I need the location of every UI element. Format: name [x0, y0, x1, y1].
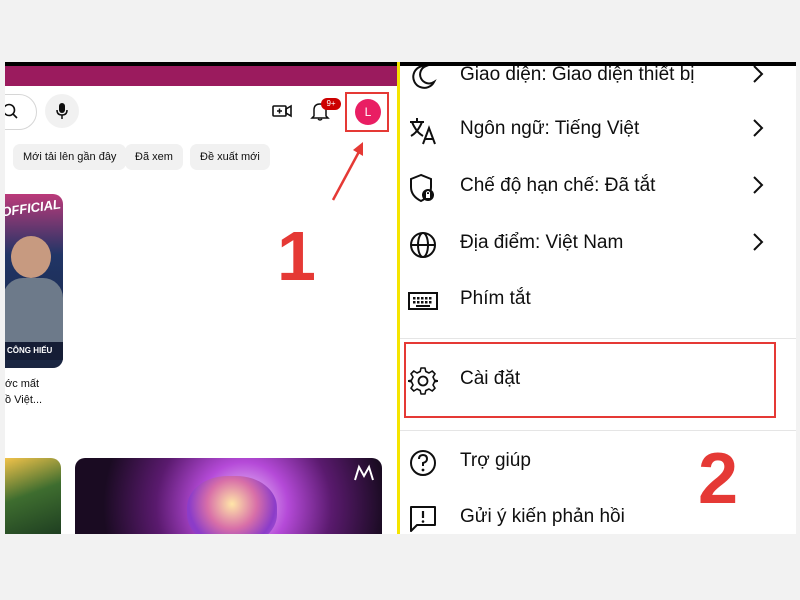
chevron-right-icon — [753, 176, 764, 194]
screenshot-frame: 9+ L Mới tải lên gần đây Đã xem Đề xuất … — [5, 62, 796, 534]
chevron-right-icon — [753, 119, 764, 137]
menu-item-label: Giao diện: Giao diện thiết bị — [460, 66, 695, 85]
chip-new-recommendations[interactable]: Đề xuất mới — [190, 144, 270, 170]
menu-item-label: Trợ giúp — [460, 450, 531, 471]
thumbnail-official-text: OFFICIAL — [5, 196, 62, 220]
step-number-1: 1 — [277, 217, 316, 295]
menu-item-label: Phím tắt — [460, 288, 531, 309]
thumbnail-body — [5, 278, 63, 348]
chip-watched[interactable]: Đã xem — [125, 144, 183, 170]
translate-icon — [410, 118, 436, 145]
video-thumbnail[interactable]: OFFICIAL CÔNG HIẾU — [5, 194, 63, 368]
menu-item-appearance[interactable]: Giao diện: Giao diện thiết bị — [400, 66, 796, 100]
thumbnail-face — [11, 236, 51, 278]
search-button[interactable] — [5, 94, 37, 130]
feedback-icon — [410, 506, 436, 532]
menu-item-location[interactable]: Địa điểm: Việt Nam — [400, 218, 796, 268]
notification-badge: 9+ — [321, 98, 341, 110]
menu-item-label: Gửi ý kiến phản hồi — [460, 506, 625, 527]
menu-item-label: Chế độ hạn chế: Đã tắt — [460, 175, 656, 196]
channel-logo-icon — [354, 464, 374, 481]
search-icon — [5, 103, 18, 119]
video-title[interactable]: ớc mất ồ Việt... — [5, 376, 65, 408]
voice-search-button[interactable] — [45, 94, 79, 128]
chevron-right-icon — [753, 66, 764, 83]
settings-highlight-box — [404, 342, 776, 418]
video-thumbnail-bottom-left[interactable] — [5, 458, 61, 534]
menu-item-language[interactable]: Ngôn ngữ: Tiếng Việt — [400, 104, 796, 154]
keyboard-icon — [408, 292, 438, 310]
create-video-button[interactable] — [271, 100, 293, 122]
video-thumbnail-bottom[interactable] — [75, 458, 382, 534]
microphone-icon — [56, 103, 68, 119]
video-title-line1: ớc mất — [5, 378, 40, 390]
account-menu-panel: Giao diện: Giao diện thiết bị Ngôn ngữ: … — [400, 66, 796, 534]
menu-item-keyboard-shortcuts[interactable]: Phím tắt — [400, 274, 796, 324]
thumbnail-caption-strip: CÔNG HIẾU — [5, 342, 63, 360]
video-title-line2: ồ Việt... — [5, 394, 43, 406]
account-avatar-button[interactable]: L — [355, 99, 381, 125]
thumbnail-artwork — [187, 476, 277, 534]
avatar-highlight-box: L — [345, 92, 389, 132]
menu-divider — [400, 430, 796, 431]
chevron-right-icon — [753, 233, 764, 251]
menu-divider — [400, 338, 796, 339]
help-icon — [410, 450, 436, 476]
moon-icon — [412, 66, 437, 89]
restricted-mode-icon — [410, 173, 434, 203]
create-video-icon — [272, 104, 292, 118]
youtube-home-panel: 9+ L Mới tải lên gần đây Đã xem Đề xuất … — [5, 66, 397, 534]
menu-item-label: Ngôn ngữ: Tiếng Việt — [460, 118, 640, 139]
globe-icon — [410, 232, 436, 258]
menu-item-label: Địa điểm: Việt Nam — [460, 232, 624, 253]
chip-recently-uploaded[interactable]: Mới tải lên gần đây — [13, 144, 127, 170]
annotation-arrow-icon — [331, 142, 363, 201]
top-color-bar — [5, 66, 397, 86]
step-number-2: 2 — [698, 439, 739, 519]
menu-item-restricted-mode[interactable]: Chế độ hạn chế: Đã tắt — [400, 161, 796, 211]
